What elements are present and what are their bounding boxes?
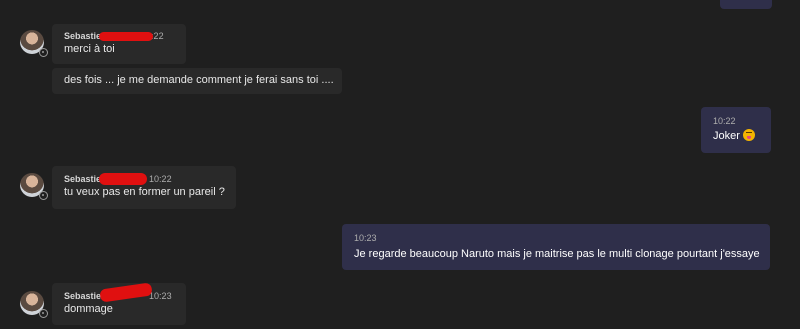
message-time: 10:22 <box>149 174 172 184</box>
incoming-message-bubble[interactable]: Sebastien 10:22 merci à toi <box>52 24 186 64</box>
avatar[interactable] <box>20 173 48 200</box>
avatar[interactable] <box>20 30 48 57</box>
message-text: des fois ... je me demande comment je fe… <box>64 74 334 86</box>
outgoing-message-bubble-partial[interactable] <box>720 0 772 9</box>
message-text: dommage <box>64 303 113 315</box>
avatar[interactable] <box>20 291 48 318</box>
outgoing-message-bubble[interactable]: 10:22 Joker <box>701 107 771 153</box>
presence-status-icon <box>39 48 48 57</box>
outgoing-message-bubble[interactable]: 10:23 Je regarde beaucoup Naruto mais je… <box>342 224 770 270</box>
message-text: Je regarde beaucoup Naruto mais je maitr… <box>354 248 760 260</box>
incoming-message-bubble[interactable]: Sebastien 10:22 tu veux pas en former un… <box>52 166 236 209</box>
presence-status-icon <box>39 309 48 318</box>
redaction-mark <box>99 173 147 185</box>
message-time: 10:23 <box>354 233 377 243</box>
message-text: tu veux pas en former un pareil ? <box>64 186 225 198</box>
incoming-message-bubble[interactable]: des fois ... je me demande comment je fe… <box>52 68 342 94</box>
tongue-out-emoji-icon <box>742 129 755 141</box>
chat-conversation: Sebastien 10:22 merci à toi des fois ...… <box>0 0 800 329</box>
message-text: merci à toi <box>64 43 115 55</box>
message-time: 10:22 <box>713 116 736 126</box>
message-text-content: Joker <box>713 130 740 142</box>
redaction-mark <box>99 32 153 41</box>
message-text: Joker <box>713 129 759 144</box>
presence-status-icon <box>39 191 48 200</box>
message-time: 10:23 <box>149 291 172 301</box>
